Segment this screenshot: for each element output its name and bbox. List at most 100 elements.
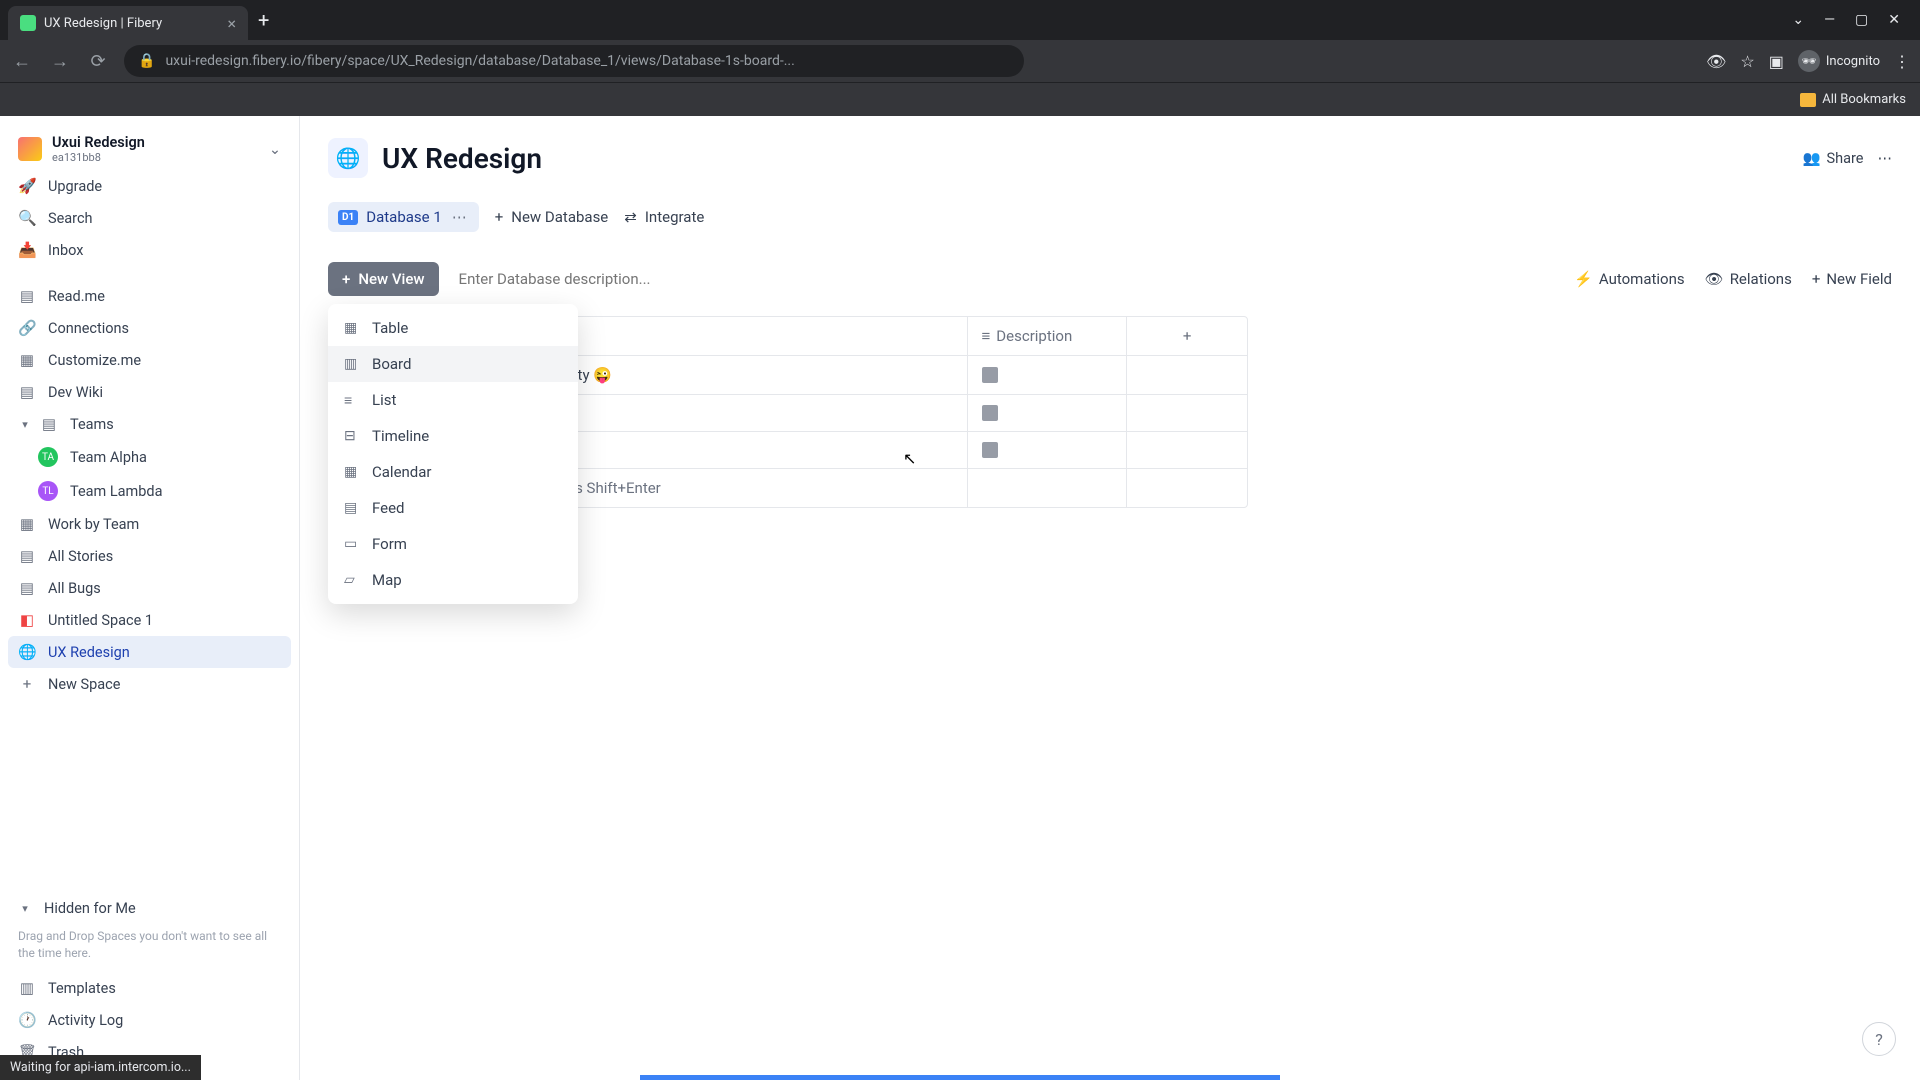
view-option-form[interactable]: ▭ Form [328, 526, 578, 562]
clock-icon: 🕐 [18, 1011, 36, 1029]
eye-off-icon[interactable]: 👁 [1706, 52, 1726, 71]
map-icon: ▱ [344, 572, 360, 588]
sidebar-item-connections[interactable]: 🔗 Connections [8, 312, 291, 344]
table-icon: ▦ [344, 320, 360, 336]
view-option-list[interactable]: ≡ List [328, 382, 578, 418]
incognito-indicator[interactable]: 🕶 Incognito [1798, 50, 1880, 72]
view-option-label: Calendar [372, 463, 432, 481]
chevron-down-icon: ⌄ [269, 141, 281, 158]
sidebar-item-search[interactable]: 🔍 Search [8, 202, 291, 234]
close-tab-icon[interactable]: × [227, 14, 236, 33]
menu-icon[interactable]: ⋮ [1894, 52, 1910, 71]
back-icon[interactable]: ← [10, 51, 34, 72]
more-icon[interactable]: ⋯ [1878, 150, 1893, 167]
timeline-icon: ⊟ [344, 428, 360, 444]
incognito-icon: 🕶 [1798, 50, 1820, 72]
database-tabs: D1 Database 1 ⋯ + New Database ⇄ Integra… [328, 202, 1892, 232]
reload-icon[interactable]: ⟳ [86, 51, 110, 72]
calendar-icon: ▦ [344, 464, 360, 480]
column-label: Description [996, 327, 1072, 345]
view-option-timeline[interactable]: ⊟ Timeline [328, 418, 578, 454]
sidebar-item-work-by-team[interactable]: ▦ Work by Team [8, 508, 291, 540]
view-option-board[interactable]: ▥ Board [328, 346, 578, 382]
sidebar-item-activity[interactable]: 🕐 Activity Log [8, 1004, 291, 1036]
help-button[interactable]: ? [1862, 1022, 1896, 1056]
share-button[interactable]: 👥 Share [1802, 150, 1863, 167]
sidebar-item-customize[interactable]: ▦ Customize.me [8, 344, 291, 376]
templates-icon: ▥ [18, 979, 36, 997]
cell-description[interactable] [968, 356, 1128, 394]
database-chip[interactable]: D1 Database 1 ⋯ [328, 202, 479, 232]
forward-icon[interactable]: → [48, 51, 72, 72]
tab-dropdown-icon[interactable]: ⌄ [1792, 12, 1804, 28]
note-icon [982, 442, 998, 458]
workspace-switcher[interactable]: Uxui Redesign ea131bb8 ⌄ [8, 128, 291, 170]
sidebar-item-team-lambda[interactable]: TL Team Lambda [8, 474, 291, 508]
plus-icon: + [342, 270, 350, 288]
panel-icon[interactable]: ▣ [1769, 52, 1784, 71]
page-title[interactable]: UX Redesign [382, 142, 542, 175]
database-more-icon[interactable]: ⋯ [450, 208, 469, 226]
sidebar-item-all-bugs[interactable]: ▤ All Bugs [8, 572, 291, 604]
database-chip-label: Database 1 [366, 208, 442, 226]
new-tab-button[interactable]: + [258, 8, 269, 32]
sidebar-item-untitled-space[interactable]: ◧ Untitled Space 1 [8, 604, 291, 636]
sidebar-label: Customize.me [48, 352, 141, 369]
add-column-button[interactable]: + [1127, 317, 1247, 355]
url-input[interactable]: 🔒 uxui-redesign.fibery.io/fibery/space/U… [124, 45, 1024, 77]
new-database-button[interactable]: + New Database [495, 208, 609, 226]
browser-tab[interactable]: UX Redesign | Fibery × [8, 6, 248, 40]
sidebar-item-new-space[interactable]: + New Space [8, 668, 291, 700]
sidebar-item-readme[interactable]: ▤ Read.me [8, 280, 291, 312]
share-label: Share [1827, 150, 1864, 167]
note-icon [982, 405, 998, 421]
sidebar-label: Work by Team [48, 516, 139, 533]
url-text: uxui-redesign.fibery.io/fibery/space/UX_… [165, 53, 794, 69]
sidebar-item-devwiki[interactable]: ▤ Dev Wiki [8, 376, 291, 408]
new-field-button[interactable]: + New Field [1812, 270, 1892, 288]
view-option-calendar[interactable]: ▦ Calendar [328, 454, 578, 490]
automations-button[interactable]: ⚡ Automations [1574, 270, 1684, 288]
chevron-down-icon: ▾ [18, 902, 32, 915]
sidebar-item-all-stories[interactable]: ▤ All Stories [8, 540, 291, 572]
window-controls: ⌄ — ▢ ✕ [1792, 12, 1912, 28]
page-icon[interactable]: 🌐 [328, 138, 368, 178]
column-header-description[interactable]: ≡ Description [968, 317, 1128, 355]
new-view-button[interactable]: + New View [328, 262, 439, 296]
status-bar: Waiting for api-iam.intercom.io... [0, 1055, 201, 1080]
sidebar-label: Activity Log [48, 1012, 123, 1029]
cell-empty [1127, 432, 1247, 468]
bookmark-star-icon[interactable]: ☆ [1740, 52, 1754, 71]
database-description-input[interactable] [453, 264, 1561, 294]
maximize-icon[interactable]: ▢ [1855, 12, 1868, 28]
sidebar-item-hidden[interactable]: ▾ Hidden for Me [8, 893, 291, 924]
sidebar-item-team-alpha[interactable]: TA Team Alpha [8, 440, 291, 474]
minimize-icon[interactable]: — [1824, 12, 1835, 28]
sidebar-item-templates[interactable]: ▥ Templates [8, 972, 291, 1004]
workspace-name: Uxui Redesign [52, 134, 145, 151]
sidebar-item-upgrade[interactable]: 🚀 Upgrade [8, 170, 291, 202]
view-toolbar: + New View ⚡ Automations 👁 Relations + N… [328, 262, 1892, 296]
view-option-feed[interactable]: ▤ Feed [328, 490, 578, 526]
integrate-label: Integrate [645, 208, 704, 226]
integrate-button[interactable]: ⇄ Integrate [624, 208, 704, 226]
new-field-label: New Field [1826, 270, 1892, 288]
sidebar-item-inbox[interactable]: 📥 Inbox [8, 234, 291, 266]
view-option-label: Form [372, 535, 407, 553]
share-icon: 👥 [1802, 150, 1820, 167]
cell-description[interactable] [968, 395, 1128, 431]
tab-title: UX Redesign | Fibery [44, 16, 162, 31]
grid-icon: ▦ [18, 515, 36, 533]
all-bookmarks-button[interactable]: All Bookmarks [1800, 92, 1906, 107]
sidebar-label: UX Redesign [48, 644, 130, 661]
sidebar-item-ux-redesign[interactable]: 🌐 UX Redesign [8, 636, 291, 668]
main-content: 🌐 UX Redesign 👥 Share ⋯ D1 Database 1 ⋯ … [300, 116, 1920, 1080]
close-window-icon[interactable]: ✕ [1888, 12, 1900, 28]
view-option-map[interactable]: ▱ Map [328, 562, 578, 598]
sidebar-label: Connections [48, 320, 129, 337]
sidebar-item-teams[interactable]: ▾ ▤ Teams [8, 408, 291, 440]
team-badge-icon: TA [38, 447, 58, 467]
relations-button[interactable]: 👁 Relations [1705, 270, 1792, 288]
cell-description[interactable] [968, 432, 1128, 468]
view-option-table[interactable]: ▦ Table [328, 310, 578, 346]
